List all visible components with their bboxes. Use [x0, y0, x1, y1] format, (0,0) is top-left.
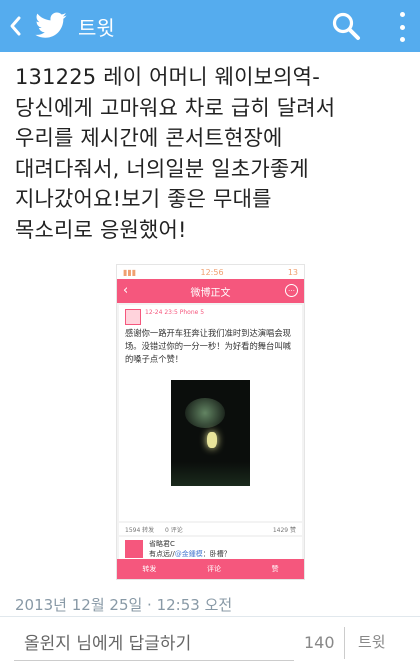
- repost-count: 1594 转发: [125, 527, 155, 534]
- concert-photo: [171, 380, 250, 486]
- tweet-line: 지나갔어요!보기 좋은 무대를: [15, 187, 272, 211]
- tweet-line: 목소리로 응원했어!: [15, 217, 187, 242]
- phone-status-bar: ▮▮▮ 12:56 13: [117, 265, 304, 279]
- stage-floor: [171, 462, 250, 486]
- comment-prefix: 有点远//: [149, 550, 175, 558]
- phone-tab-comment: 评论: [206, 565, 221, 573]
- app-bar: 트윗: [0, 0, 420, 52]
- phone-tab-bar: 转发 评论 赞: [117, 559, 304, 579]
- search-icon: [332, 12, 360, 40]
- page-title: 트윗: [78, 15, 115, 40]
- tweet-line: 당신에게 고마워요 차로 급히 달려서: [15, 95, 336, 120]
- post-text: 感谢你一路开车狂奔让我们准时到达演唱会现场。没错过你的一分一秒！为好看的舞台叫喊…: [125, 328, 291, 364]
- post-meta: 12-24 23:5 Phone 5: [145, 309, 205, 316]
- post-stats: 1594 转发 0 评论 1429 赞: [119, 523, 302, 535]
- tweet-text: 131225 레이 어머니 웨이보의역- 당신에게 고마워요 차로 급히 달려서…: [15, 62, 410, 245]
- reply-bar: 140 트윗: [0, 617, 420, 670]
- comment-suffix: ：卧槽？: [202, 550, 231, 558]
- char-counter: 140: [304, 633, 335, 652]
- chevron-left-icon: [10, 16, 21, 36]
- overflow-menu-button[interactable]: [393, 12, 411, 42]
- comment-author: 省略君C: [149, 540, 175, 548]
- comment-mention: @金鍾模: [174, 550, 203, 558]
- divider: [344, 627, 345, 659]
- performer-figure: [207, 432, 217, 448]
- tweet-line: 대려다줘서, 너의일분 일초가좋게: [15, 156, 309, 181]
- weibo-post: 12-24 23:5 Phone 5 感谢你一路开车狂奔让我们准时到达演唱会现场…: [119, 305, 302, 521]
- stage-light: [185, 398, 225, 428]
- avatar: [125, 540, 143, 558]
- phone-battery: 13: [287, 267, 298, 277]
- tweet-timestamp: 2013년 12월 25일 · 12:53 오전: [15, 596, 233, 614]
- tweet-button[interactable]: 트윗: [358, 631, 386, 652]
- overflow-menu-icon: [399, 12, 405, 17]
- phone-tab-like: 赞: [271, 565, 279, 573]
- phone-header-title: 微博正文: [190, 288, 231, 299]
- search-button[interactable]: [330, 10, 364, 44]
- comment-item: 省略君C 有点远//@金鍾模：卧槽？: [119, 537, 302, 561]
- like-count: 1429 赞: [272, 527, 296, 534]
- phone-tab-repost: 转发: [142, 565, 157, 573]
- overflow-menu-icon: [399, 37, 405, 42]
- tweet-line: 131225 레이 어머니 웨이보의역-: [15, 65, 320, 89]
- phone-more-icon: …: [285, 284, 298, 297]
- comment-text: 有点远//@金鍾模：卧槽？: [149, 549, 231, 559]
- tweet-line: 우리를 제시간에 콘서트현장에: [15, 126, 283, 150]
- phone-header: ‹ 微博正文 …: [117, 279, 304, 303]
- comment-count: 0 评论: [165, 527, 183, 534]
- tweet-media-image[interactable]: ▮▮▮ 12:56 13 ‹ 微博正文 … 12-24 23:5 Phone 5…: [116, 264, 305, 580]
- phone-time: 12:56: [200, 267, 224, 277]
- avatar: [125, 309, 141, 325]
- twitter-bird-icon: [35, 12, 67, 38]
- reply-input[interactable]: [14, 627, 294, 661]
- overflow-menu-icon: [399, 24, 405, 30]
- phone-signal-icon: ▮▮▮: [123, 267, 137, 277]
- back-button[interactable]: [2, 0, 28, 52]
